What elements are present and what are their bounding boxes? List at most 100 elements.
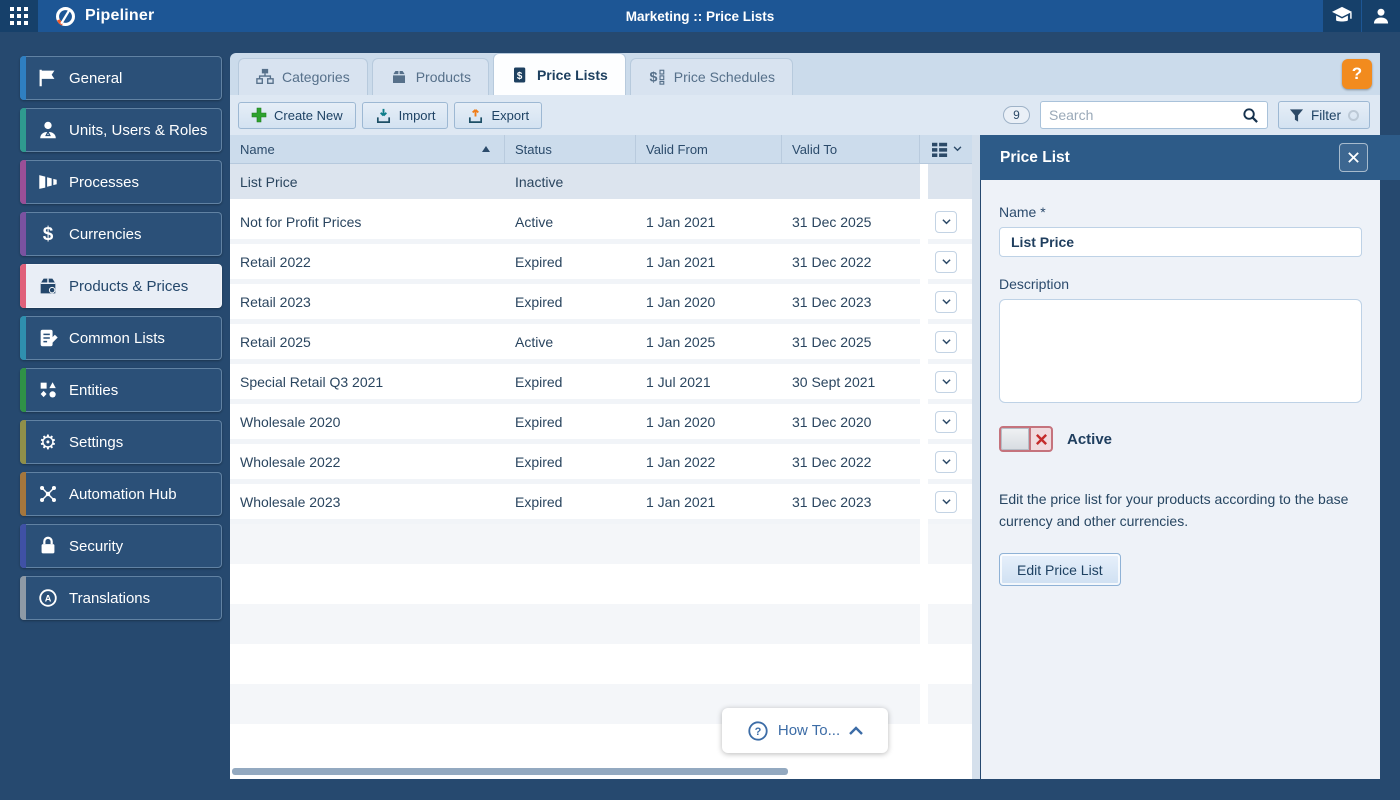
row-menu-button[interactable] <box>935 251 957 273</box>
column-header-valid-to[interactable]: Valid To <box>782 135 920 163</box>
table-row[interactable]: Wholesale 2022 Expired 1 Jan 2022 31 Dec… <box>230 444 980 484</box>
sidebar-item-common-lists[interactable]: Common Lists <box>20 316 222 360</box>
sidebar-item-label: Entities <box>69 382 118 399</box>
sidebar-item-entities[interactable]: Entities <box>20 368 222 412</box>
search-box <box>1040 101 1268 129</box>
sidebar-item-general[interactable]: General <box>20 56 222 100</box>
sidebar-item-label: Units, Users & Roles <box>69 122 207 139</box>
search-input[interactable] <box>1049 107 1242 123</box>
horizontal-scrollbar-thumb[interactable] <box>232 768 788 775</box>
record-count-badge: 9 <box>1003 106 1030 124</box>
processes-icon <box>36 170 60 194</box>
close-icon <box>1347 151 1360 164</box>
filter-state-dot <box>1348 110 1359 121</box>
edit-price-list-button[interactable]: Edit Price List <box>999 553 1121 586</box>
common-lists-icon <box>36 326 60 350</box>
sidebar-item-translations[interactable]: A Translations <box>20 576 222 620</box>
empty-row-stripe <box>230 604 980 644</box>
row-menu-button[interactable] <box>935 491 957 513</box>
panel-header: Price List <box>980 135 1400 180</box>
column-header-name[interactable]: Name <box>230 135 505 163</box>
sidebar-item-products-prices[interactable]: Products & Prices <box>20 264 222 308</box>
price-lists-icon: $ <box>511 66 529 84</box>
currency-icon: $ <box>36 222 60 246</box>
row-menu-button[interactable] <box>935 291 957 313</box>
top-bar: Pipeliner Marketing :: Price Lists <box>0 0 1400 32</box>
tab-products[interactable]: Products <box>372 58 489 95</box>
user-profile-button[interactable] <box>1362 0 1400 32</box>
column-header-valid-from[interactable]: Valid From <box>636 135 782 163</box>
table-row[interactable]: Wholesale 2023 Expired 1 Jan 2021 31 Dec… <box>230 484 980 524</box>
table-row[interactable]: Retail 2022 Expired 1 Jan 2021 31 Dec 20… <box>230 244 980 284</box>
description-field[interactable] <box>999 299 1362 403</box>
column-header-status[interactable]: Status <box>505 135 636 163</box>
question-circle-icon: ? <box>747 720 769 742</box>
table-header-row: Name Status Valid From Valid To <box>230 135 980 164</box>
chevron-down-icon <box>941 497 952 506</box>
chevron-down-icon <box>941 257 952 266</box>
users-icon <box>36 118 60 142</box>
sidebar-item-label: Products & Prices <box>69 278 188 295</box>
plus-icon <box>251 107 267 123</box>
automation-hub-icon <box>36 482 60 506</box>
row-menu-button[interactable] <box>935 411 957 433</box>
table-row[interactable]: Wholesale 2020 Expired 1 Jan 2020 31 Dec… <box>230 404 980 444</box>
categories-icon <box>256 68 274 86</box>
vertical-scrollbar-track[interactable] <box>972 135 980 779</box>
products-prices-icon <box>36 274 60 298</box>
import-label: Import <box>399 108 436 123</box>
table-row[interactable]: Retail 2023 Expired 1 Jan 2020 31 Dec 20… <box>230 284 980 324</box>
academy-button[interactable] <box>1323 0 1361 32</box>
filter-funnel-icon <box>1289 108 1304 123</box>
toggle-off-x-icon <box>1031 428 1051 450</box>
row-menu-button[interactable] <box>935 211 957 233</box>
sidebar-item-security[interactable]: Security <box>20 524 222 568</box>
row-menu-button[interactable] <box>935 451 957 473</box>
table-row[interactable]: List Price Inactive <box>230 164 980 204</box>
chevron-down-icon <box>941 217 952 226</box>
tab-categories[interactable]: Categories <box>238 58 368 95</box>
tab-label: Products <box>416 69 471 85</box>
table-row[interactable]: Special Retail Q3 2021 Expired 1 Jul 202… <box>230 364 980 404</box>
window-title: Marketing :: Price Lists <box>626 9 775 24</box>
pipeliner-admin-window: Pipeliner Marketing :: Price Lists <box>0 0 1400 800</box>
chevron-down-icon <box>941 297 952 306</box>
help-button[interactable]: ? <box>1342 59 1372 89</box>
search-icon[interactable] <box>1242 107 1259 124</box>
row-menu-button[interactable] <box>935 331 957 353</box>
column-picker-button[interactable] <box>920 135 972 163</box>
lock-icon <box>36 534 60 558</box>
sidebar-item-units-users-roles[interactable]: Units, Users & Roles <box>20 108 222 152</box>
panel-body: Name * Description Active Edit the price… <box>981 180 1380 779</box>
tab-price-lists[interactable]: $ Price Lists <box>493 53 626 95</box>
create-new-button[interactable]: Create New <box>238 102 356 129</box>
name-field-label: Name * <box>999 204 1362 220</box>
pipeliner-logo-icon <box>54 5 77 28</box>
sidebar-item-settings[interactable]: ⚙ Settings <box>20 420 222 464</box>
products-icon <box>390 68 408 86</box>
app-grid-button[interactable] <box>0 0 38 32</box>
how-to-label: How To... <box>778 722 840 739</box>
row-menu-button[interactable] <box>935 371 957 393</box>
table-row[interactable]: Not for Profit Prices Active 1 Jan 2021 … <box>230 204 980 244</box>
toolbar: Create New Import Export 9 <box>230 95 1380 135</box>
name-field[interactable] <box>999 227 1362 257</box>
sidebar-item-label: Common Lists <box>69 330 165 347</box>
sidebar-item-currencies[interactable]: $ Currencies <box>20 212 222 256</box>
how-to-button[interactable]: ? How To... <box>722 708 888 753</box>
filter-button[interactable]: Filter <box>1278 101 1370 129</box>
toggle-knob <box>1001 428 1031 450</box>
export-button[interactable]: Export <box>454 102 542 129</box>
brand-name: Pipeliner <box>85 7 154 25</box>
export-label: Export <box>491 108 529 123</box>
sidebar-item-automation-hub[interactable]: Automation Hub <box>20 472 222 516</box>
app-grid-icon <box>10 7 28 25</box>
panel-helper-text: Edit the price list for your products ac… <box>999 488 1361 532</box>
import-button[interactable]: Import <box>362 102 449 129</box>
table-row[interactable]: Retail 2025 Active 1 Jan 2025 31 Dec 202… <box>230 324 980 364</box>
active-toggle[interactable] <box>999 426 1053 452</box>
close-panel-button[interactable] <box>1339 143 1368 172</box>
sidebar-item-label: Settings <box>69 434 123 451</box>
tab-price-schedules[interactable]: $ Price Schedules <box>630 58 793 95</box>
sidebar-item-processes[interactable]: Processes <box>20 160 222 204</box>
